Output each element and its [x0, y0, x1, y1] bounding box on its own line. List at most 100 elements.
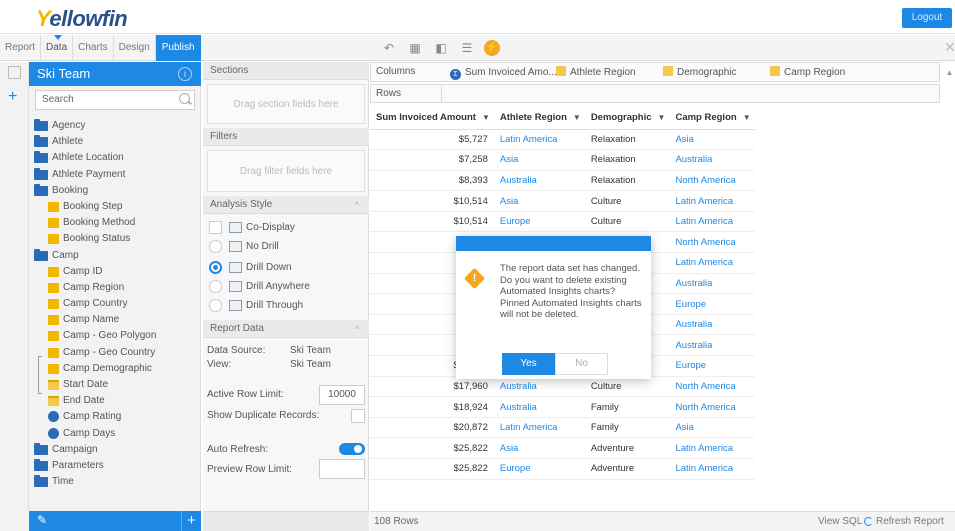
menu-report[interactable]: Report: [0, 35, 42, 61]
table-icon[interactable]: ▦: [406, 39, 424, 57]
table-row[interactable]: $7,258 Asia Relaxation Australia: [370, 149, 755, 171]
cell-athlete-region[interactable]: Asia: [493, 149, 585, 171]
yellowfin-logo[interactable]: Yellowfin: [36, 6, 128, 32]
folder-booking[interactable]: Booking: [34, 183, 200, 199]
row-limit-input[interactable]: 10000: [319, 385, 365, 405]
folder-athlete-payment[interactable]: Athlete Payment: [34, 167, 200, 183]
dropdown-icon[interactable]: ▼: [482, 113, 490, 122]
field-end-date[interactable]: End Date: [34, 393, 200, 409]
field-camp-region[interactable]: Camp Region: [34, 280, 200, 296]
analysis-style-header[interactable]: Analysis Style ^: [203, 196, 369, 214]
cell-camp-region[interactable]: North America: [669, 231, 755, 254]
table-row[interactable]: $18,924 Australia Family North America: [370, 396, 755, 418]
table-row[interactable]: $25,822 Asia Adventure Latin America: [370, 437, 755, 459]
field-camp-name[interactable]: Camp Name: [34, 312, 200, 328]
add-field-icon[interactable]: +: [181, 511, 201, 531]
menu-data[interactable]: Data: [41, 35, 74, 61]
collapse-icon[interactable]: ^: [355, 196, 359, 214]
column-chip-demographic[interactable]: Demographic: [663, 65, 736, 81]
table-row[interactable]: $10,514 Asia Culture Latin America: [370, 190, 755, 212]
cell-athlete-region[interactable]: Asia: [493, 437, 585, 459]
scroll-up-icon[interactable]: ▲: [944, 62, 955, 84]
view-sql-link[interactable]: View SQL: [818, 512, 862, 531]
no-drill-radio[interactable]: [209, 240, 222, 253]
table-row[interactable]: $5,727 Latin America Relaxation Asia: [370, 129, 755, 151]
undo-icon[interactable]: ↶: [380, 39, 398, 57]
cell-athlete-region[interactable]: Australia: [493, 396, 585, 418]
cell-camp-region[interactable]: Asia: [669, 417, 755, 439]
folder-campaign[interactable]: Campaign: [34, 442, 200, 458]
menu-publish[interactable]: Publish: [155, 35, 201, 61]
pencil-icon[interactable]: ✎: [37, 513, 47, 527]
folder-agency[interactable]: Agency: [34, 118, 200, 134]
cell-athlete-region[interactable]: Australia: [493, 376, 585, 398]
columns-drop-bar[interactable]: Columns Σ Sum Invoiced Amo... Athlete Reg…: [370, 62, 940, 82]
grid-icon[interactable]: [8, 66, 21, 79]
column-chip-sum-invoiced[interactable]: Σ Sum Invoiced Amo...: [450, 65, 557, 81]
dropdown-icon[interactable]: ▼: [743, 113, 751, 122]
field-camp-days[interactable]: Camp Days: [34, 426, 200, 442]
header-sum-invoiced-amount[interactable]: Sum Invoiced Amount ▼: [370, 107, 494, 130]
field-booking-step[interactable]: Booking Step: [34, 199, 200, 215]
cell-camp-region[interactable]: Europe: [669, 355, 755, 377]
folder-parameters[interactable]: Parameters: [34, 458, 200, 474]
cell-camp-region[interactable]: North America: [669, 170, 755, 192]
field-search-input[interactable]: Search: [35, 90, 195, 110]
field-booking-method[interactable]: Booking Method: [34, 215, 200, 231]
sections-header[interactable]: Sections: [203, 62, 369, 80]
dropdown-icon[interactable]: ▼: [573, 113, 581, 122]
cell-camp-region[interactable]: Latin America: [669, 190, 755, 212]
header-camp-region[interactable]: Camp Region ▼: [669, 107, 755, 130]
table-row[interactable]: $20,872 Latin America Family Asia: [370, 417, 755, 439]
cell-athlete-region[interactable]: Asia: [493, 190, 585, 212]
bolt-icon[interactable]: ⚡: [484, 40, 500, 56]
filters-header[interactable]: Filters: [203, 128, 369, 146]
dropdown-icon[interactable]: ▼: [658, 113, 666, 122]
cell-camp-region[interactable]: Australia: [669, 334, 755, 357]
table-row[interactable]: $25,822 Europe Adventure Latin America: [370, 458, 755, 480]
list-icon[interactable]: ☰: [458, 39, 476, 57]
field-camp-id[interactable]: Camp ID: [34, 264, 200, 280]
cell-camp-region[interactable]: Australia: [669, 149, 755, 171]
field-start-date[interactable]: Start Date: [34, 377, 200, 393]
yes-button[interactable]: Yes: [502, 353, 555, 375]
cell-camp-region[interactable]: North America: [669, 396, 755, 418]
cell-camp-region[interactable]: Europe: [669, 293, 755, 315]
field-camp-country[interactable]: Camp Country: [34, 296, 200, 312]
close-icon[interactable]: ✕: [944, 39, 955, 56]
option-no-drill[interactable]: No Drill: [203, 237, 369, 256]
column-chip-athlete-region[interactable]: Athlete Region: [556, 65, 636, 81]
header-demographic[interactable]: Demographic ▼: [584, 107, 670, 130]
layout-icon[interactable]: ◧: [432, 39, 450, 57]
option-drill-down[interactable]: Drill Down: [203, 258, 369, 277]
cell-camp-region[interactable]: Australia: [669, 314, 755, 336]
duplicate-records-checkbox[interactable]: [351, 409, 365, 423]
drill-down-radio[interactable]: [209, 261, 222, 274]
folder-time[interactable]: Time: [34, 474, 200, 490]
table-row[interactable]: $17,960 Australia Culture North America: [370, 376, 755, 398]
drill-anywhere-radio[interactable]: [209, 280, 222, 293]
info-icon[interactable]: i: [178, 67, 192, 81]
cell-camp-region[interactable]: Latin America: [669, 458, 755, 480]
no-button[interactable]: No: [555, 353, 608, 375]
option-drill-through[interactable]: Drill Through: [203, 296, 369, 315]
column-chip-camp-region[interactable]: Camp Region: [770, 65, 845, 81]
field-camp-geo-polygon[interactable]: Camp - Geo Polygon: [34, 328, 200, 344]
cell-camp-region[interactable]: Latin America: [669, 252, 755, 274]
menu-charts[interactable]: Charts: [73, 35, 114, 61]
cell-athlete-region[interactable]: Europe: [493, 458, 585, 480]
folder-athlete-location[interactable]: Athlete Location: [34, 150, 200, 166]
drill-through-radio[interactable]: [209, 299, 222, 312]
table-row[interactable]: $8,393 Australia Relaxation North America: [370, 170, 755, 192]
field-camp-demographic[interactable]: Camp Demographic: [34, 361, 200, 377]
preview-row-limit-input[interactable]: [319, 459, 365, 479]
cell-camp-region[interactable]: Latin America: [669, 437, 755, 459]
refresh-icon[interactable]: [864, 517, 873, 526]
option-drill-anywhere[interactable]: Drill Anywhere: [203, 277, 369, 296]
cell-athlete-region[interactable]: Latin America: [493, 129, 585, 151]
table-row[interactable]: $10,514 Europe Culture Latin America: [370, 211, 755, 233]
field-camp-geo-country[interactable]: Camp - Geo Country: [34, 345, 200, 361]
cell-camp-region[interactable]: Asia: [669, 129, 755, 151]
cell-athlete-region[interactable]: Latin America: [493, 417, 585, 439]
cell-camp-region[interactable]: Latin America: [669, 211, 755, 233]
